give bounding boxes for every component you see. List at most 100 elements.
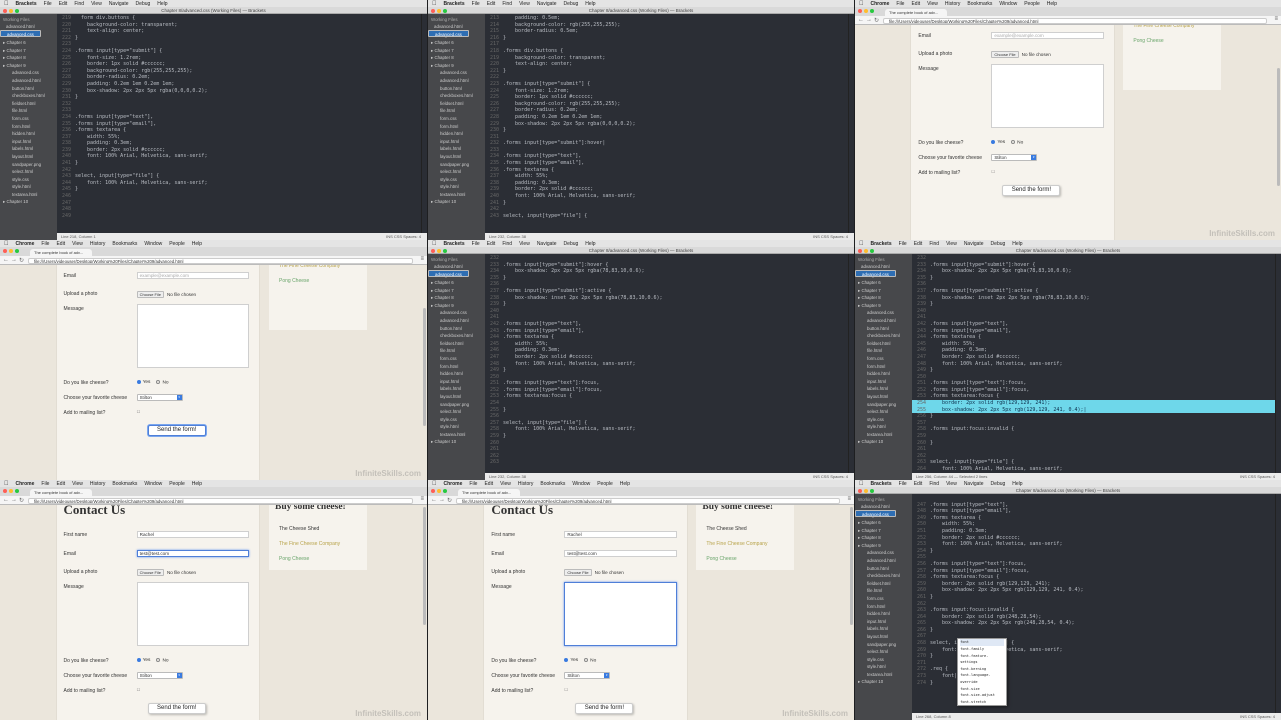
apple-icon[interactable]:  — [432, 241, 437, 247]
menu-item-file[interactable]: File — [472, 241, 480, 247]
tree-file-item[interactable]: input.html — [428, 378, 485, 386]
forward-icon[interactable]: → — [866, 17, 872, 23]
code-line[interactable]: 242 .forms input[type="text"], — [485, 321, 848, 328]
app-name-menu[interactable]: Chrome — [871, 1, 890, 7]
code-line[interactable]: 255} — [485, 407, 848, 414]
tree-file-item[interactable]: form.html — [855, 363, 912, 371]
menu-item-edit[interactable]: Edit — [914, 241, 923, 247]
menu-item-history[interactable]: History — [945, 1, 961, 7]
code-line[interactable]: 258 .forms textarea:focus { — [912, 574, 1275, 581]
folder-item[interactable]: ▸ Chapter 10 — [428, 438, 485, 446]
close-button[interactable] — [431, 248, 435, 253]
code-hint-item[interactable]: font-size-adjust — [960, 692, 1004, 699]
menu-item-find[interactable]: Find — [502, 241, 512, 247]
zoom-button[interactable] — [15, 8, 19, 13]
folder-item[interactable]: ▸ Chapter 6 — [855, 279, 912, 287]
tree-file-item[interactable]: sandpaper.png — [855, 401, 912, 409]
menu-item-view[interactable]: View — [946, 241, 957, 247]
folder-item[interactable]: ▸ Chapter 9 — [855, 542, 912, 550]
code-line[interactable]: 236 .forms textarea { — [57, 127, 421, 134]
tree-file-item[interactable]: checkboxes.html — [0, 92, 57, 100]
code-line[interactable]: 244 .forms textarea { — [485, 334, 848, 341]
close-button[interactable] — [858, 488, 862, 493]
code-line[interactable]: 238 box-shadow: inset 2px 2px 5px rgba(7… — [912, 295, 1275, 302]
menu-item-view[interactable]: View — [946, 481, 957, 487]
code-line[interactable]: 250 — [912, 374, 1275, 381]
code-line[interactable]: 263 — [485, 459, 848, 466]
menu-item-find[interactable]: Find — [929, 481, 939, 487]
folder-item[interactable]: ▸ Chapter 6 — [428, 39, 485, 47]
code-line[interactable]: 247 .forms input[type="text"], — [912, 502, 1275, 509]
code-line[interactable]: 221 text-align: center; — [57, 28, 421, 35]
code-line[interactable]: 261} — [912, 594, 1275, 601]
menu-item-window[interactable]: Window — [144, 241, 162, 247]
shop-link[interactable]: Pong Cheese — [1133, 34, 1163, 49]
code-line[interactable]: 253 .forms textarea:focus { — [912, 393, 1275, 400]
code-line[interactable]: 241 — [912, 314, 1275, 321]
apple-icon[interactable]:  — [859, 241, 864, 247]
folder-item[interactable]: ▸ Chapter 8 — [855, 534, 912, 542]
mailing-checkbox[interactable]: ☐ — [137, 409, 141, 414]
tree-file-item[interactable]: form.css — [428, 355, 485, 363]
code-line[interactable]: 234 .forms input[type="text"], — [57, 114, 421, 121]
menu-item-help[interactable]: Help — [157, 1, 167, 7]
shop-link[interactable]: The Fine Cheese Company — [1133, 25, 1194, 34]
menu-item-view[interactable]: View — [519, 1, 530, 7]
code-line[interactable]: 248 .forms input[type="email"], — [912, 508, 1275, 515]
minimize-button[interactable] — [9, 488, 13, 493]
code-line[interactable]: 253 font: 100% Arial, Helvetica, sans-se… — [912, 541, 1275, 548]
code-line[interactable]: 233 — [57, 107, 421, 114]
app-name-menu[interactable]: Brackets — [444, 1, 465, 7]
code-editor[interactable]: 219 form div.buttons {220 background-col… — [57, 14, 421, 233]
tree-file-item[interactable]: style.html — [0, 183, 57, 191]
menu-item-navigate[interactable]: Navigate — [537, 241, 557, 247]
forward-icon[interactable]: → — [11, 257, 17, 263]
tree-file-item[interactable]: form.html — [855, 603, 912, 611]
code-line[interactable]: 220 text-align: center; — [485, 61, 848, 68]
choose-file-button[interactable]: Choose File — [136, 569, 164, 576]
menu-item-help[interactable]: Help — [585, 241, 595, 247]
minimize-button[interactable] — [437, 488, 441, 493]
tree-file-item[interactable]: input.html — [855, 378, 912, 386]
code-line[interactable]: 237 width: 55%; — [57, 134, 421, 141]
menu-item-help[interactable]: Help — [192, 481, 202, 487]
menu-item-window[interactable]: Window — [999, 1, 1017, 7]
choose-file-button[interactable]: Choose File — [991, 51, 1019, 58]
page-scrollbar[interactable] — [1277, 68, 1280, 187]
chrome-menu-icon[interactable]: ≡ — [420, 256, 424, 262]
browser-tab[interactable]: The complete book of adv... — [458, 489, 520, 496]
tree-file-item[interactable]: textarea.html — [0, 191, 57, 199]
folder-item[interactable]: ▸ Chapter 9 — [428, 62, 485, 70]
page-scrollbar[interactable] — [423, 507, 426, 626]
forward-icon[interactable]: → — [11, 497, 17, 503]
code-line[interactable]: 245 width: 55%; — [912, 341, 1275, 348]
tree-file-item[interactable]: checkboxes.html — [855, 332, 912, 340]
menu-item-help[interactable]: Help — [192, 241, 202, 247]
tree-file-item[interactable]: labels.html — [855, 385, 912, 393]
minimize-button[interactable] — [864, 8, 868, 13]
tree-file-item[interactable]: advanced.html — [855, 317, 912, 325]
shop-link[interactable]: The Cheese Shed — [706, 522, 746, 537]
menu-item-people[interactable]: People — [1024, 1, 1040, 7]
submit-button[interactable]: Send the form! — [147, 425, 206, 436]
tree-file-item[interactable]: sandpaper.png — [0, 161, 57, 169]
code-line[interactable]: 256 — [485, 413, 848, 420]
menu-item-window[interactable]: Window — [144, 481, 162, 487]
tree-file-item[interactable]: textarea.html — [855, 671, 912, 679]
code-line[interactable]: 252 .forms input[type="email"]:focus, — [912, 387, 1275, 394]
tree-file-item[interactable]: file.html — [0, 107, 57, 115]
tree-file-item[interactable]: button.html — [0, 85, 57, 93]
apple-icon[interactable]:  — [432, 481, 437, 487]
url-field[interactable]: file:///Users/videouser/Desktop/Working%… — [28, 497, 413, 504]
code-line[interactable]: 240 — [485, 308, 848, 315]
code-line[interactable]: 221} — [485, 68, 848, 75]
close-button[interactable] — [3, 8, 7, 13]
tree-file-item[interactable]: labels.html — [428, 145, 485, 153]
menu-item-navigate[interactable]: Navigate — [109, 1, 129, 7]
menu-item-view[interactable]: View — [91, 1, 102, 7]
apple-icon[interactable]:  — [4, 481, 9, 487]
tree-file-item[interactable]: style.css — [428, 416, 485, 424]
tree-file-item[interactable]: checkboxes.html — [428, 92, 485, 100]
code-line[interactable]: 220 background-color: transparent; — [57, 22, 421, 29]
code-line[interactable]: 247 border: 2px solid #cccccc; — [912, 354, 1275, 361]
